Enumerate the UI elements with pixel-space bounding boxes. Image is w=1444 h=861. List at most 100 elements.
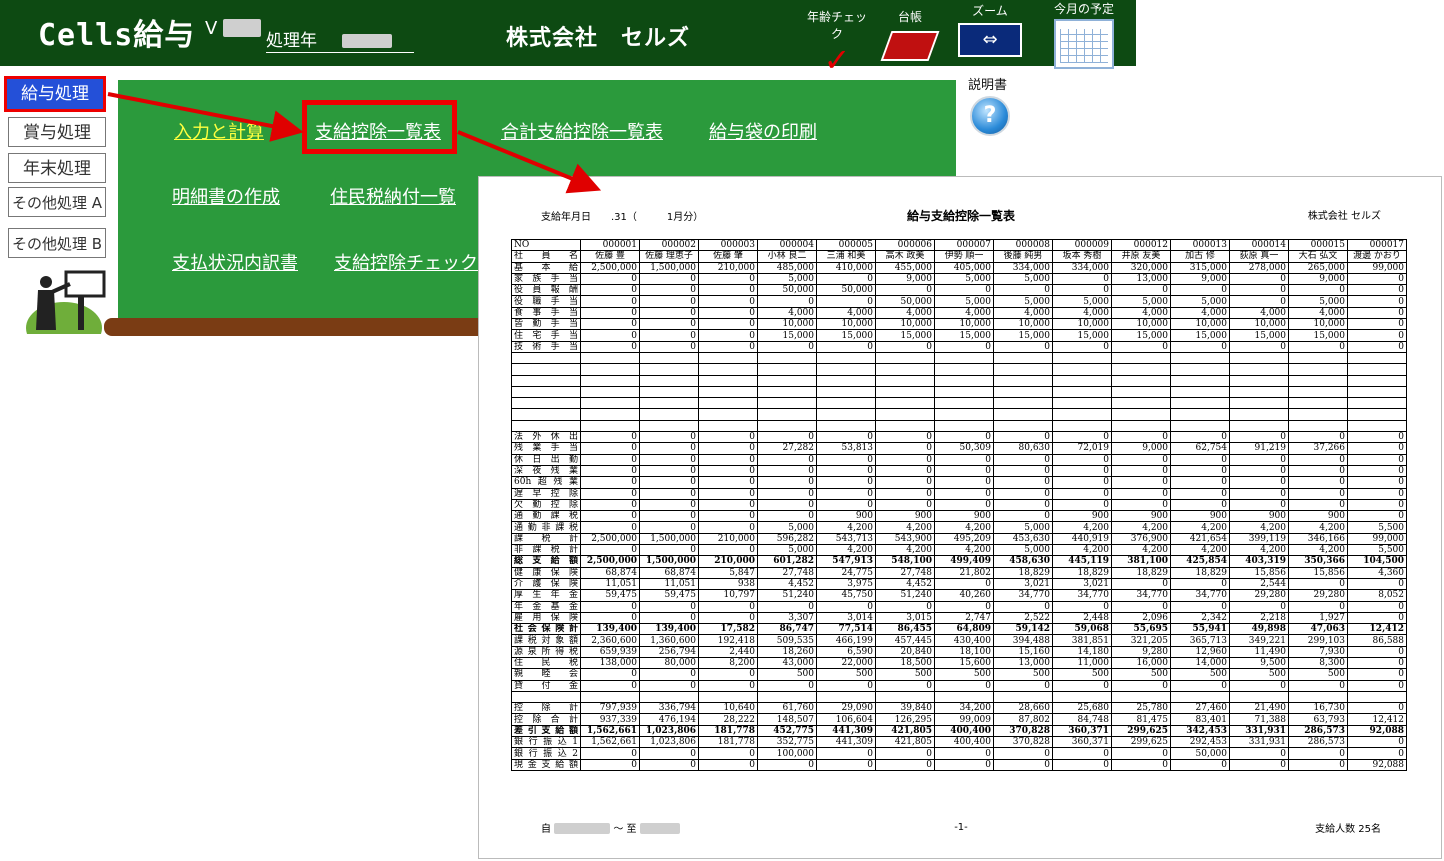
table-cell: 9,000 [1111,442,1171,455]
table-cell: 0 [1052,272,1112,286]
ledger-button[interactable]: 台帳 [880,0,940,61]
row-label: 非課税計 [511,544,581,557]
employee-no-row: NO 000001 000002 000003 000004 000005 000006 00… [511,238,1407,252]
table-cell: 86,588 [1347,634,1407,647]
table-cell: 21,490 [1229,702,1289,715]
table-cell: 0 [757,476,817,489]
table-row: 深夜残業 0 0 0 0 0 0 0 0 0 0 0 0 0 0 [511,464,1407,478]
table-cell: 29,280 [1229,589,1289,602]
menu-total-pay-deduction-list[interactable]: 合計支給控除一覧表 [501,118,663,144]
help-question-icon[interactable]: ? [970,96,1010,136]
menu-payslip-print[interactable]: 給与袋の印刷 [709,118,817,144]
table-cell: 2,448 [1052,611,1112,625]
table-cell: 16,730 [1288,702,1348,715]
table-row: 控除合計 937,339 476,194 28,222 148,507 106,604 12… [511,713,1407,726]
row-label: 控除合計 [511,713,581,726]
table-cell: 360,371 [1052,736,1112,749]
table-cell: 0 [698,611,758,625]
table-cell: 5,500 [1347,521,1407,534]
table-cell: 64,809 [934,623,994,636]
menu-statement[interactable]: 明細書の作成 [172,183,280,209]
table-cell [993,690,1053,704]
menu-payment-breakdown[interactable]: 支払状況内訳書 [172,249,298,275]
table-cell: 0 [816,758,876,771]
table-cell: 0 [1229,284,1289,297]
table-cell: 0 [1347,510,1407,523]
table-cell: 10,000 [1052,318,1112,331]
table-cell [993,351,1053,365]
table-cell: 410,000 [816,261,876,274]
side-menu-other-a[interactable]: その他処理 A [8,187,106,217]
table-cell: 0 [993,284,1053,297]
age-check-button[interactable]: 年齢チェック ✓ [804,0,870,78]
table-cell: 0 [1347,498,1407,512]
table-cell: 0 [875,431,935,444]
table-cell: 0 [1347,476,1407,489]
table-cell: 0 [1052,431,1112,444]
schedule-button[interactable]: 今月の予定 [1046,0,1122,69]
table-cell: 0 [580,284,640,297]
table-cell: 0 [1288,498,1348,512]
menu-input-calc[interactable]: 入力と計算 [174,118,264,144]
table-cell: 4,000 [757,306,817,320]
table-cell: 4,200 [816,521,876,534]
table-cell: 441,309 [816,736,876,749]
table-cell: 210,000 [698,261,758,274]
table-cell: 547,913 [816,555,876,568]
table-cell: 59,068 [1052,623,1112,636]
table-cell [875,363,935,376]
table-cell: 0 [1111,679,1171,692]
side-menu-payroll[interactable]: 給与処理 [4,76,106,112]
table-cell: 40,260 [934,589,994,602]
table-cell: 0 [1229,295,1289,308]
table-cell: 299,625 [1111,736,1171,749]
table-cell [1111,351,1171,365]
employee-name-row: 社員名 佐藤 豊佐藤 理恵子 佐藤 肇小林 良二 三浦 和美 高木 政美 伊勢 順一 後藤 … [511,250,1407,263]
row-label: 住民税 [511,656,581,670]
table-cell: 4,200 [1111,521,1171,534]
table-cell: 000014 [1229,238,1289,252]
table-cell: 499,409 [934,555,994,568]
table-cell [1170,408,1230,421]
table-row: 現金支給額 0 0 0 0 0 0 0 0 0 0 0 0 0 92,088 [511,758,1407,771]
table-cell: 210,000 [698,532,758,546]
table-cell: 0 [993,679,1053,692]
table-cell [580,385,640,399]
table-cell: 365,713 [1170,634,1230,647]
table-cell: 455,000 [875,261,935,274]
side-menu-bonus[interactable]: 賞与処理 [8,117,106,147]
table-cell: 394,488 [993,634,1053,647]
presenter-figure-icon [26,270,106,334]
side-menu-year-end[interactable]: 年末処理 [8,153,106,183]
table-cell: 9,000 [1170,272,1230,286]
table-cell: 0 [1229,747,1289,760]
table-cell: 0 [1288,340,1348,353]
table-cell: 0 [698,453,758,466]
table-cell: 51,240 [875,589,935,602]
table-cell: 543,713 [816,532,876,546]
table-cell: 0 [934,679,994,692]
table-cell [698,419,758,433]
table-cell: 80,000 [639,656,699,670]
zoom-icon: ⇔ [958,23,1022,57]
table-cell: 後藤 純男 [993,250,1053,263]
zoom-button[interactable]: ズーム ⇔ [952,0,1028,57]
table-cell: 99,000 [1347,261,1407,274]
menu-pay-deduction-check[interactable]: 支給控除チェック [334,249,478,275]
row-label: 欠勤控除 [511,498,581,512]
table-cell [580,419,640,433]
table-cell: 0 [580,679,640,692]
table-cell: 大石 弘文 [1288,250,1348,263]
table-cell [993,419,1053,433]
table-cell [580,374,640,387]
menu-resident-tax[interactable]: 住民税納付一覧 [330,183,456,209]
table-cell: 0 [757,600,817,613]
row-label: 源泉所得税 [511,645,581,658]
table-cell: 425,854 [1170,555,1230,568]
table-cell: 10,000 [993,318,1053,331]
table-cell: 0 [816,600,876,613]
table-cell: 0 [698,329,758,342]
table-cell: 0 [1288,487,1348,500]
side-menu-other-b[interactable]: その他処理 B [8,228,106,258]
table-cell: 500 [875,668,935,681]
